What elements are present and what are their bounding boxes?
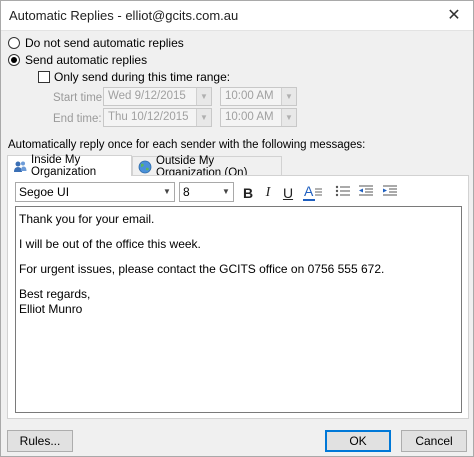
- font-color-button[interactable]: A: [300, 183, 326, 202]
- decrease-indent-button[interactable]: [356, 184, 376, 202]
- close-icon[interactable]: ✕: [443, 5, 465, 27]
- chevron-down-icon[interactable]: ▼: [196, 88, 211, 105]
- radio-no-replies-circle[interactable]: [8, 37, 20, 49]
- font-color-glyph: A: [304, 183, 314, 199]
- font-size-value: 8: [183, 185, 190, 199]
- message-panel: Segoe UI ▼ 8 ▼ B I U A Thank you for you…: [7, 175, 469, 419]
- tab-inside-label: Inside My Organization: [31, 154, 97, 178]
- radio-send-replies-circle[interactable]: [8, 54, 20, 66]
- start-date-value: Wed 9/12/2015: [108, 90, 186, 102]
- start-time-select[interactable]: 10:00 AM ▼: [220, 87, 297, 106]
- end-time-value: 10:00 AM: [225, 111, 274, 123]
- bullet-list-button[interactable]: [333, 184, 353, 202]
- radio-no-replies[interactable]: Do not send automatic replies: [8, 35, 184, 51]
- globe-icon: [138, 160, 152, 174]
- font-size-select[interactable]: 8 ▼: [179, 182, 234, 202]
- time-range-label: Only send during this time range:: [54, 70, 231, 84]
- radio-send-replies[interactable]: Send automatic replies: [8, 52, 147, 68]
- text-lines-icon: [315, 188, 322, 196]
- tab-inside-organization[interactable]: Inside My Organization: [7, 154, 132, 178]
- radio-no-replies-label: Do not send automatic replies: [25, 36, 184, 50]
- time-range-checkbox-row[interactable]: Only send during this time range:: [38, 70, 230, 84]
- people-icon: [13, 160, 27, 173]
- rules-button[interactable]: Rules...: [7, 430, 73, 452]
- end-date-select[interactable]: Thu 10/12/2015 ▼: [103, 108, 212, 127]
- start-date-select[interactable]: Wed 9/12/2015 ▼: [103, 87, 212, 106]
- message-line: I will be out of the office this week.: [19, 237, 201, 251]
- font-name-select[interactable]: Segoe UI ▼: [15, 182, 175, 202]
- instructions-text: Automatically reply once for each sender…: [8, 139, 366, 151]
- chevron-down-icon[interactable]: ▼: [196, 109, 211, 126]
- chevron-down-icon[interactable]: ▼: [281, 109, 296, 126]
- title-bar: Automatic Replies - elliot@gcits.com.au …: [1, 1, 473, 31]
- decrease-indent-icon: [359, 185, 373, 196]
- message-line: For urgent issues, please contact the GC…: [19, 262, 385, 276]
- chevron-down-icon[interactable]: ▼: [160, 183, 174, 201]
- font-name-value: Segoe UI: [19, 185, 70, 199]
- italic-button[interactable]: I: [258, 184, 278, 202]
- chevron-down-icon[interactable]: ▼: [281, 88, 296, 105]
- radio-send-replies-label: Send automatic replies: [25, 53, 148, 67]
- tab-outside-organization[interactable]: Outside My Organization (On): [132, 155, 282, 179]
- end-time-label: End time:: [53, 113, 102, 125]
- end-time-select[interactable]: 10:00 AM ▼: [220, 108, 297, 127]
- bold-button[interactable]: B: [238, 184, 258, 202]
- ok-button[interactable]: OK: [325, 430, 391, 452]
- end-date-value: Thu 10/12/2015: [108, 111, 189, 123]
- start-time-value: 10:00 AM: [225, 90, 274, 102]
- start-time-label: Start time:: [53, 92, 106, 104]
- increase-indent-icon: [383, 185, 397, 196]
- chevron-down-icon[interactable]: ▼: [219, 183, 233, 201]
- underline-button[interactable]: U: [278, 184, 298, 202]
- increase-indent-button[interactable]: [380, 184, 400, 202]
- font-color-bar: [303, 199, 315, 201]
- message-editor[interactable]: Thank you for your email. I will be out …: [15, 206, 462, 413]
- cancel-button[interactable]: Cancel: [401, 430, 467, 452]
- message-line: Elliot Munro: [19, 302, 83, 316]
- message-line: Thank you for your email.: [19, 212, 155, 226]
- time-range-checkbox[interactable]: [38, 71, 50, 83]
- window-title: Automatic Replies - elliot@gcits.com.au: [9, 8, 239, 23]
- bullet-list-icon: [335, 185, 350, 197]
- message-line: Best regards,: [19, 287, 91, 301]
- automatic-replies-dialog: Automatic Replies - elliot@gcits.com.au …: [0, 0, 474, 457]
